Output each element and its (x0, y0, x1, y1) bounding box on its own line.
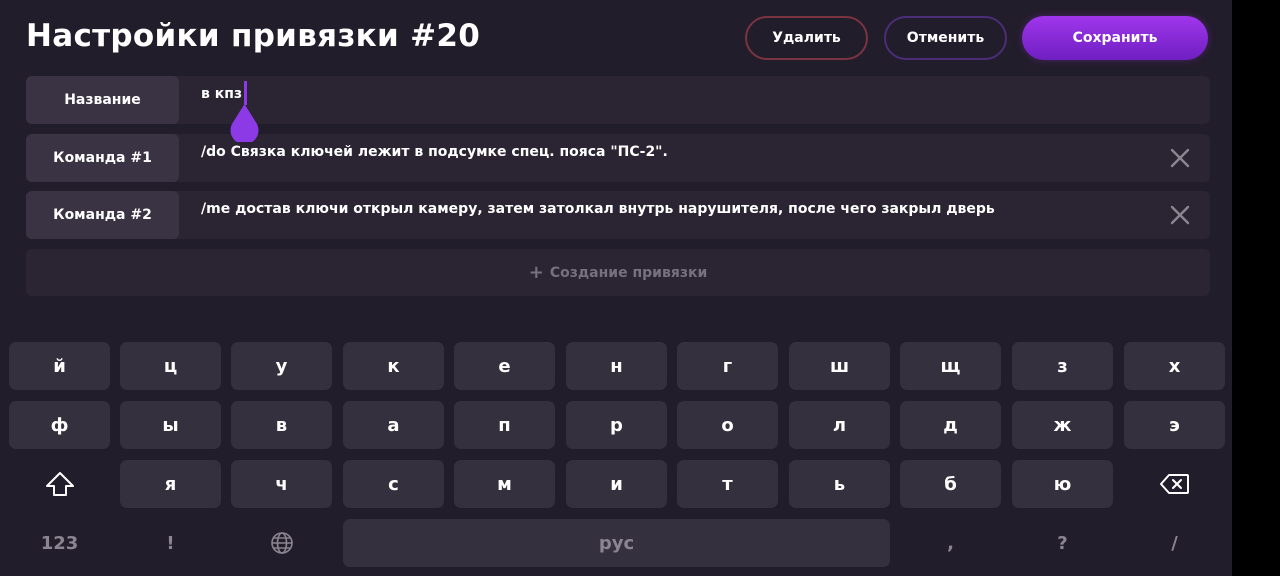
key[interactable]: х (1124, 342, 1225, 390)
key[interactable]: к (343, 342, 444, 390)
key[interactable]: ж (1012, 401, 1113, 449)
backspace-key[interactable] (1124, 460, 1225, 508)
key[interactable]: ш (789, 342, 890, 390)
key[interactable]: п (454, 401, 555, 449)
key[interactable]: я (120, 460, 221, 508)
key[interactable]: р (566, 401, 667, 449)
comma-key[interactable]: , (900, 519, 1001, 567)
key[interactable]: л (789, 401, 890, 449)
cursor-handle-icon[interactable] (229, 104, 260, 142)
key[interactable]: ф (9, 401, 110, 449)
text-cursor (244, 81, 247, 105)
save-button[interactable]: Сохранить (1022, 16, 1208, 60)
plus-icon: + (528, 262, 544, 283)
name-field-input[interactable]: в кпз (201, 86, 242, 102)
key[interactable]: с (343, 460, 444, 508)
shift-icon (45, 472, 74, 496)
close-icon[interactable] (1170, 205, 1190, 225)
key[interactable]: и (566, 460, 667, 508)
key[interactable]: б (900, 460, 1001, 508)
command-row[interactable]: Команда #1 /do Связка ключей лежит в под… (26, 134, 1210, 182)
key[interactable]: ю (1012, 460, 1113, 508)
key[interactable]: н (566, 342, 667, 390)
key[interactable]: ч (231, 460, 332, 508)
key[interactable]: д (900, 401, 1001, 449)
page-title: Настройки привязки #20 (26, 18, 481, 54)
key[interactable]: а (343, 401, 444, 449)
space-key[interactable]: рус (343, 519, 890, 567)
key[interactable]: у (231, 342, 332, 390)
key[interactable]: ц (120, 342, 221, 390)
cancel-button[interactable]: Отменить (884, 16, 1007, 60)
backspace-icon (1159, 474, 1189, 494)
screen-edge-bar (1232, 0, 1280, 576)
key[interactable]: в (231, 401, 332, 449)
language-key[interactable] (231, 519, 332, 567)
key[interactable]: щ (900, 342, 1001, 390)
key[interactable]: г (677, 342, 778, 390)
globe-icon (270, 532, 293, 554)
name-field-row[interactable]: Название в кпз (26, 76, 1210, 124)
add-binding-button[interactable]: + Создание привязки (26, 249, 1210, 296)
close-icon[interactable] (1170, 148, 1190, 168)
key[interactable]: ы (120, 401, 221, 449)
command-row[interactable]: Команда #2 /me достав ключи открыл камер… (26, 191, 1210, 239)
key[interactable]: е (454, 342, 555, 390)
key[interactable]: т (677, 460, 778, 508)
key[interactable]: м (454, 460, 555, 508)
command-input[interactable]: /do Связка ключей лежит в подсумке спец.… (201, 144, 668, 160)
slash-key[interactable]: / (1124, 519, 1225, 567)
question-key[interactable]: ? (1012, 519, 1113, 567)
key[interactable]: з (1012, 342, 1113, 390)
command-input[interactable]: /me достав ключи открыл камеру, затем за… (201, 201, 995, 217)
command-label: Команда #2 (26, 191, 179, 239)
key[interactable]: о (677, 401, 778, 449)
command-label: Команда #1 (26, 134, 179, 182)
exclamation-key[interactable]: ! (120, 519, 221, 567)
shift-key[interactable] (9, 460, 110, 508)
name-field-label: Название (26, 76, 179, 124)
key[interactable]: й (9, 342, 110, 390)
add-binding-label: Создание привязки (549, 264, 708, 281)
numbers-key[interactable]: 123 (9, 519, 110, 567)
delete-button[interactable]: Удалить (745, 16, 868, 60)
binding-settings-screen: Настройки привязки #20 Удалить Отменить … (0, 0, 1232, 576)
key[interactable]: ь (789, 460, 890, 508)
key[interactable]: э (1124, 401, 1225, 449)
